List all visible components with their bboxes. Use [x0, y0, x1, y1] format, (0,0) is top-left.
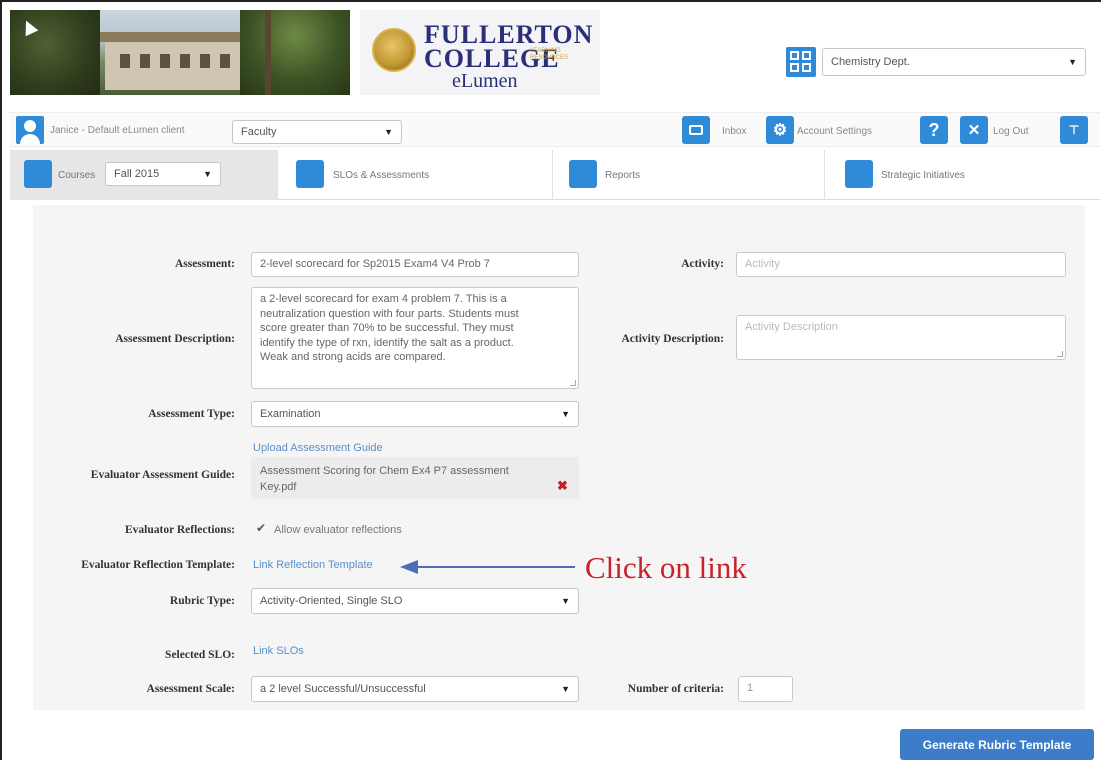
assessment-type-select[interactable]: Examination ▼: [251, 401, 579, 427]
main-tabs: Courses Fall 2015 ▼ SLOs & Assessments R…: [10, 150, 1100, 200]
user-name: Janice - Default eLumen client: [50, 125, 185, 136]
term-select[interactable]: Fall 2015 ▼: [105, 162, 221, 186]
rubric-type-label: Rubric Type:: [169, 595, 235, 607]
tab-slos-label: SLOs & Assessments: [333, 170, 430, 181]
role-select-value: Faculty: [241, 126, 277, 138]
courses-icon: [24, 160, 52, 188]
help-icon: ?: [928, 119, 940, 140]
link-reflection-template[interactable]: Link Reflection Template: [253, 559, 373, 571]
assessment-description-textarea[interactable]: a 2-level scorecard for exam 4 problem 7…: [251, 287, 579, 389]
inbox-label[interactable]: Inbox: [722, 126, 746, 137]
department-icon: [786, 47, 816, 77]
evaluator-guide-label: Evaluator Assessment Guide:: [90, 469, 235, 481]
activity-label: Activity:: [681, 258, 724, 270]
chevron-down-icon: ▼: [203, 169, 212, 179]
delete-file-icon[interactable]: ✖: [557, 478, 568, 494]
tab-reports-label: Reports: [605, 170, 641, 181]
guide-file-attachment: Assessment Scoring for Chem Ex4 P7 asses…: [251, 457, 579, 499]
logout-label[interactable]: Log Out: [993, 126, 1029, 137]
inbox-button[interactable]: [682, 116, 710, 144]
department-select[interactable]: Chemistry Dept. ▼: [822, 48, 1086, 76]
user-icon: [16, 116, 44, 144]
evaluator-reflection-template-label: Evaluator Reflection Template:: [81, 559, 235, 571]
resize-grip-icon[interactable]: [570, 380, 576, 386]
chevron-down-icon: ▼: [1068, 57, 1077, 67]
account-settings-label[interactable]: Account Settings: [797, 126, 872, 137]
assessment-scale-select[interactable]: a 2 level Successful/Unsuccessful ▼: [251, 676, 579, 702]
generate-rubric-template-button[interactable]: Generate Rubric Template: [900, 729, 1094, 760]
assessment-input[interactable]: 2-level scorecard for Sp2015 Exam4 V4 Pr…: [251, 252, 579, 277]
selected-slo-label: Selected SLO:: [165, 649, 235, 661]
assessment-scale-value: a 2 level Successful/Unsuccessful: [260, 683, 426, 695]
inbox-icon: [689, 125, 703, 135]
number-of-criteria-input[interactable]: 1: [738, 676, 793, 702]
chevron-down-icon: ▼: [561, 596, 570, 606]
assessment-scale-label: Assessment Scale:: [146, 683, 235, 695]
rubric-type-select[interactable]: Activity-Oriented, Single SLO ▼: [251, 588, 579, 614]
activity-description-label: Activity Description:: [621, 333, 724, 345]
upload-assessment-guide-link[interactable]: Upload Assessment Guide: [253, 442, 383, 454]
help-button[interactable]: ?: [920, 116, 948, 144]
header-banner: FULLERTON COLLEGE eLumen LEARNING RESOUR…: [10, 10, 600, 95]
reflections-checkbox[interactable]: ✔: [256, 522, 269, 535]
assessment-description-label: Assessment Description:: [115, 333, 235, 345]
tab-reports[interactable]: Reports: [553, 150, 825, 200]
assessment-label: Assessment:: [174, 258, 235, 270]
tab-courses[interactable]: Courses Fall 2015 ▼: [10, 150, 278, 200]
logout-button[interactable]: ✕: [960, 116, 988, 144]
activity-input[interactable]: Activity: [736, 252, 1066, 277]
assessment-type-value: Examination: [260, 408, 321, 420]
role-select[interactable]: Faculty ▼: [232, 120, 402, 144]
college-logo: FULLERTON COLLEGE eLumen LEARNING RESOUR…: [360, 10, 600, 95]
collapse-menu-button[interactable]: ⊤: [1060, 116, 1088, 144]
collapse-icon: ⊤: [1068, 123, 1080, 137]
close-icon: ✕: [967, 122, 981, 139]
account-settings-button[interactable]: ⚙: [766, 116, 794, 144]
evaluator-reflections-label: Evaluator Reflections:: [125, 524, 235, 536]
annotation-text: Click on link: [585, 550, 747, 585]
tab-strategic-label: Strategic Initiatives: [881, 170, 965, 181]
rubric-type-value: Activity-Oriented, Single SLO: [260, 595, 403, 607]
term-select-value: Fall 2015: [114, 168, 160, 180]
department-select-value: Chemistry Dept.: [831, 56, 910, 68]
chevron-down-icon: ▼: [561, 409, 570, 419]
activity-description-textarea[interactable]: Activity Description: [736, 315, 1066, 360]
chevron-down-icon: ▼: [384, 127, 393, 137]
college-seal-icon: [372, 28, 416, 72]
assessment-type-label: Assessment Type:: [148, 408, 235, 420]
reports-icon: [569, 160, 597, 188]
tab-courses-label: Courses: [58, 170, 96, 181]
link-slos[interactable]: Link SLOs: [253, 645, 304, 657]
chevron-down-icon: ▼: [561, 684, 570, 694]
tab-strategic-initiatives[interactable]: Strategic Initiatives: [825, 150, 1100, 200]
campus-photo: [10, 10, 350, 95]
tab-slos-assessments[interactable]: SLOs & Assessments: [278, 150, 553, 200]
strategic-initiatives-icon: [845, 160, 873, 188]
number-of-criteria-label: Number of criteria:: [627, 683, 724, 695]
guide-file-name: Assessment Scoring for Chem Ex4 P7 asses…: [260, 465, 509, 477]
annotation-arrow: [417, 566, 575, 568]
slos-icon: [296, 160, 324, 188]
gears-icon: ⚙: [772, 122, 788, 139]
reflections-checkbox-label[interactable]: Allow evaluator reflections: [274, 524, 402, 536]
arrow-left-icon: [400, 560, 418, 574]
resize-grip-icon[interactable]: [1057, 351, 1063, 357]
